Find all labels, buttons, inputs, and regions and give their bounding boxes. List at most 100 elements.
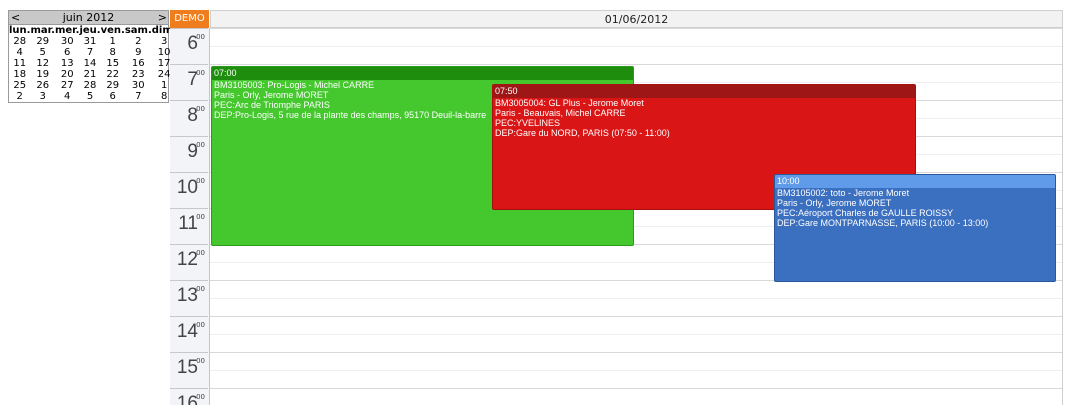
event-time: 07:50	[493, 85, 915, 98]
day-cell[interactable]: 21	[79, 69, 100, 80]
day-cell[interactable]: 23	[125, 69, 152, 80]
event-bm3105002[interactable]: 10:00 BM3105002: toto - Jerome Moret Par…	[774, 174, 1056, 282]
hour-minutes: 00	[196, 69, 205, 77]
day-cell[interactable]: 5	[79, 91, 100, 102]
week-row: 2 3 4 5 6 7 8	[9, 91, 177, 102]
event-route: Paris - Orly, Jerome MORET	[777, 198, 892, 208]
hour-label: 8 00	[170, 100, 208, 136]
next-month-button[interactable]: >	[158, 11, 167, 24]
day-cell[interactable]: 29	[101, 80, 125, 91]
hour-minutes: 00	[196, 393, 205, 401]
hour-number: 10	[176, 177, 198, 198]
hour-minutes: 00	[196, 249, 205, 257]
hour-number: 13	[176, 285, 198, 306]
hour-gridline	[210, 64, 1062, 65]
hour-label: 12 00	[170, 244, 208, 280]
weekday-label: lun.	[9, 25, 31, 36]
hour-label: 15 00	[170, 352, 208, 388]
mini-calendar: < juin 2012 > lun. mar. mer. jeu. ven. s…	[8, 10, 177, 103]
hour-minutes: 00	[196, 141, 205, 149]
hour-label: 7 00	[170, 64, 208, 100]
half-hour-gridline	[210, 334, 1062, 335]
demo-tag: DEMO	[170, 10, 209, 28]
day-cell[interactable]: 19	[30, 69, 54, 80]
day-cell[interactable]: 25	[9, 80, 30, 91]
hour-number: 14	[176, 321, 198, 342]
hour-number: 15	[176, 357, 198, 378]
weekday-label: mer.	[54, 25, 80, 36]
day-cell[interactable]: 29	[30, 36, 54, 47]
day-cell[interactable]: 27	[55, 80, 80, 91]
day-grid[interactable]: 07:00 BM3105003: Pro-Logis - Michel CARR…	[210, 28, 1063, 405]
day-cell[interactable]: 8	[101, 47, 125, 58]
hour-gridline	[210, 388, 1062, 389]
event-pickup: PEC:Aéroport Charles de GAULLE ROISSY	[777, 208, 954, 218]
weekday-label: mar.	[30, 25, 55, 36]
hour-label: 11 00	[170, 208, 208, 244]
day-cell[interactable]: 26	[30, 80, 54, 91]
hour-label: 9 00	[170, 136, 208, 172]
week-row: 18 19 20 21 22 23 24	[9, 69, 177, 80]
event-departure: DEP:Gare MONTPARNASSE, PARIS (10:00 - 13…	[777, 218, 989, 228]
hour-label: 13 00	[170, 280, 208, 316]
hour-minutes: 00	[196, 321, 205, 329]
day-cell[interactable]: 6	[55, 47, 80, 58]
day-cell[interactable]: 15	[101, 58, 125, 69]
event-time: 10:00	[775, 175, 1055, 188]
day-cell[interactable]: 20	[55, 69, 80, 80]
hour-minutes: 00	[196, 33, 205, 41]
event-title: BM3105002: toto - Jerome Moret	[777, 188, 910, 198]
day-cell[interactable]: 6	[101, 91, 125, 102]
half-hour-gridline	[210, 46, 1062, 47]
mini-calendar-grid: lun. mar. mer. jeu. ven. sam. dim. 28 29…	[9, 25, 177, 102]
hour-label: 10 00	[170, 172, 208, 208]
hour-minutes: 00	[196, 213, 205, 221]
day-cell[interactable]: 30	[125, 80, 152, 91]
day-cell[interactable]: 3	[30, 91, 54, 102]
day-cell[interactable]: 11	[9, 58, 30, 69]
half-hour-gridline	[210, 298, 1062, 299]
hour-gridline	[210, 28, 1062, 29]
weekday-label: ven.	[100, 25, 125, 36]
day-cell[interactable]: 5	[30, 47, 54, 58]
day-cell[interactable]: 30	[55, 36, 80, 47]
month-label: juin 2012	[62, 11, 115, 24]
hour-number: 16	[176, 393, 198, 405]
day-cell[interactable]: 13	[55, 58, 80, 69]
day-cell[interactable]: 4	[55, 91, 80, 102]
week-row: 25 26 27 28 29 30 1	[9, 80, 177, 91]
weekday-label: sam.	[124, 25, 152, 36]
day-cell[interactable]: 7	[125, 91, 152, 102]
hour-column: 6 00 7 00 8 00 9 00 10 00 11 00 12 00 13…	[170, 28, 210, 405]
day-cell[interactable]: 16	[125, 58, 152, 69]
event-title: BM3005004: GL Plus - Jerome Moret	[495, 98, 644, 108]
hour-gridline	[210, 352, 1062, 353]
event-route: Paris - Beauvais, Michel CARRE	[495, 108, 626, 118]
mini-calendar-header: < juin 2012 >	[9, 11, 168, 25]
day-cell[interactable]: 28	[79, 80, 100, 91]
hour-label: 16 00	[170, 388, 208, 405]
day-cell[interactable]: 12	[30, 58, 54, 69]
day-header[interactable]: 01/06/2012	[210, 10, 1063, 28]
day-cell[interactable]: 22	[101, 69, 125, 80]
event-departure: DEP:Gare du NORD, PARIS (07:50 - 11:00)	[495, 128, 670, 138]
day-cell[interactable]: 2	[9, 91, 30, 102]
day-cell[interactable]: 18	[9, 69, 30, 80]
hour-minutes: 00	[196, 285, 205, 293]
day-cell[interactable]: 9	[125, 47, 152, 58]
weekday-row: lun. mar. mer. jeu. ven. sam. dim.	[9, 25, 177, 36]
hour-minutes: 00	[196, 357, 205, 365]
day-cell[interactable]: 28	[9, 36, 30, 47]
day-cell[interactable]: 7	[79, 47, 100, 58]
day-cell[interactable]: 2	[125, 36, 152, 47]
day-cell[interactable]: 1	[101, 36, 125, 47]
day-cell[interactable]: 14	[79, 58, 100, 69]
hour-number: 11	[178, 213, 198, 234]
half-hour-gridline	[210, 370, 1062, 371]
day-cell[interactable]: 31	[79, 36, 100, 47]
event-time: 07:00	[212, 67, 633, 80]
weekday-label: jeu.	[79, 25, 101, 36]
day-cell[interactable]: 4	[9, 47, 30, 58]
hour-number: 12	[176, 249, 198, 270]
hour-minutes: 00	[196, 177, 205, 185]
